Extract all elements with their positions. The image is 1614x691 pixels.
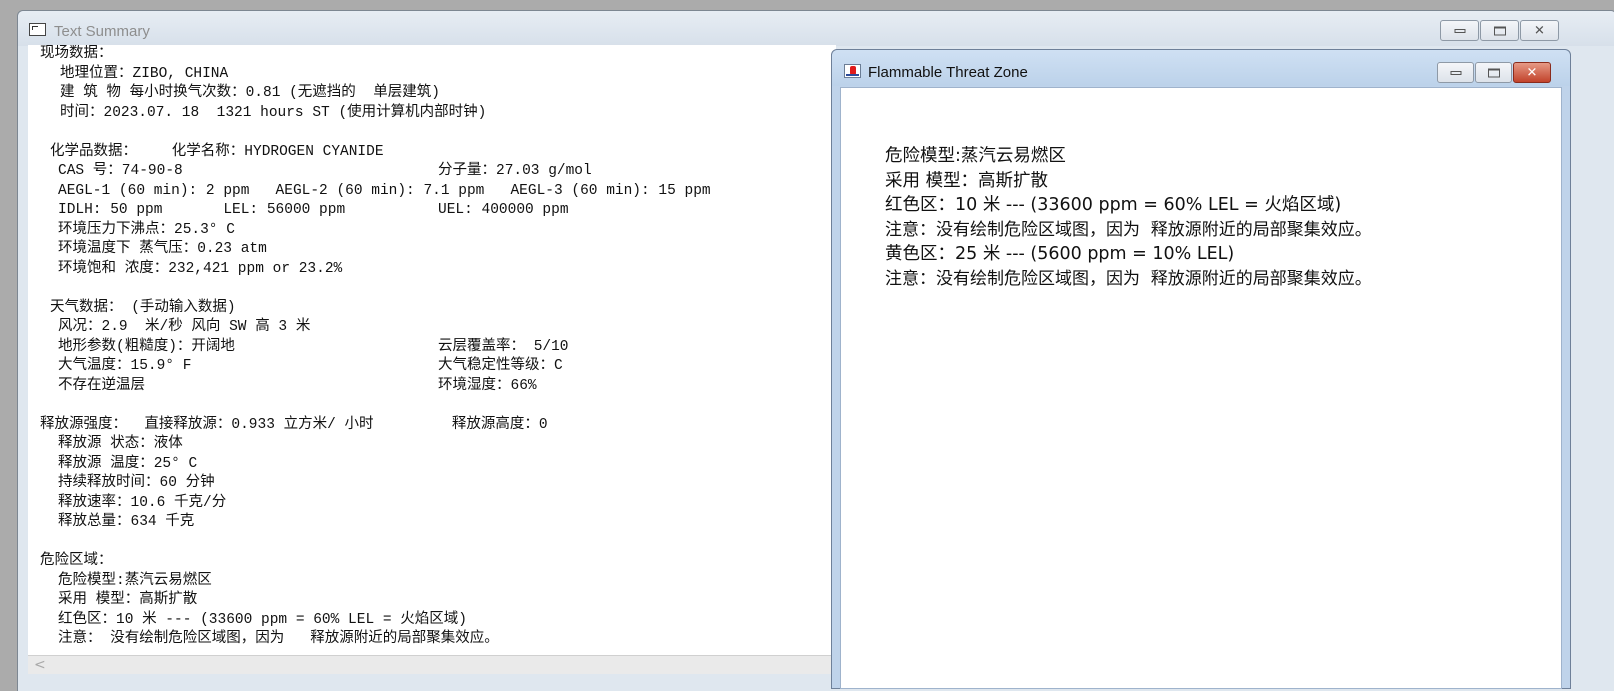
flam-maximize-button[interactable] bbox=[1475, 62, 1512, 83]
flammable-threat-zone-window: Flammable Threat Zone ✕ 危险模型:蒸汽云易燃区 采用 模… bbox=[831, 49, 1571, 689]
summary-line-text: 现场数据： bbox=[40, 46, 113, 62]
title-bar[interactable]: Text Summary ✕ bbox=[18, 11, 1614, 46]
horizontal-scrollbar[interactable]: < bbox=[28, 655, 836, 674]
red-zone-note: 注意：没有绘制危险区域图，因为 释放源附近的局部聚集效应。 bbox=[885, 219, 1372, 240]
flam-close-button[interactable]: ✕ bbox=[1513, 62, 1551, 83]
summary-line-text: 红色区：10 米 --- (33600 ppm = 60% LEL = 火焰区域… bbox=[58, 611, 467, 628]
summary-line: 持续释放时间：60 分钟 bbox=[40, 474, 836, 494]
summary-line: 环境饱和 浓度：232,421 ppm or 23.2% bbox=[40, 260, 836, 280]
summary-line-text: 风况：2.9 米/秒 风向 SW 高 3 米 bbox=[58, 319, 311, 335]
summary-line-text: 危险区域： bbox=[40, 553, 113, 569]
close-button[interactable]: ✕ bbox=[1520, 20, 1559, 41]
flam-window-title: Flammable Threat Zone bbox=[868, 64, 1028, 81]
summary-line-text: 注意： 没有绘制危险区域图，因为 释放源附近的局部聚集效应。 bbox=[58, 631, 499, 647]
summary-line-text: 环境温度下 蒸气压：0.23 atm bbox=[58, 241, 267, 257]
summary-line: 释放源 状态：液体 bbox=[40, 435, 836, 455]
summary-line bbox=[40, 396, 836, 416]
close-icon: ✕ bbox=[1534, 23, 1545, 38]
summary-line: 采用 模型：高斯扩散 bbox=[40, 591, 836, 611]
summary-line-text: 持续释放时间：60 分钟 bbox=[58, 475, 215, 491]
hazard-model-line: 危险模型:蒸汽云易燃区 bbox=[885, 146, 1066, 166]
summary-line-col2: 分子量：27.03 g/mol bbox=[438, 163, 592, 179]
summary-line-text: 采用 模型：高斯扩散 bbox=[58, 592, 198, 608]
summary-line: 天气数据： (手动输入数据) bbox=[40, 299, 836, 319]
summary-line-text: IDLH: 50 ppm LEL: 56000 ppm bbox=[58, 202, 346, 218]
maximize-button[interactable] bbox=[1480, 20, 1519, 41]
yellow-zone-line: 黄色区：25 米 --- (5600 ppm = 10% LEL) bbox=[885, 244, 1235, 264]
yellow-zone-note: 注意：没有绘制危险区域图，因为 释放源附近的局部聚集效应。 bbox=[885, 268, 1372, 289]
summary-line: AEGL-1 (60 min): 2 ppm AEGL-2 (60 min): … bbox=[40, 182, 836, 202]
close-icon: ✕ bbox=[1526, 65, 1538, 80]
summary-line: 危险模型:蒸汽云易燃区 bbox=[40, 572, 836, 592]
summary-line-text: 时间：2023.07. 18 1321 hours ST (使用计算机内部时钟) bbox=[60, 104, 487, 121]
red-zone-line: 红色区：10 米 --- (33600 ppm = 60% LEL = 火焰区域… bbox=[885, 195, 1342, 215]
summary-line bbox=[40, 533, 836, 553]
summary-line: 释放速率：10.6 千克/分 bbox=[40, 494, 836, 514]
summary-line: 释放总量：634 千克 bbox=[40, 513, 836, 533]
summary-line-text: 释放总量：634 千克 bbox=[58, 514, 195, 530]
model-line: 采用 模型：高斯扩散 bbox=[885, 170, 1049, 191]
maximize-icon bbox=[1487, 68, 1500, 77]
summary-line-col2: UEL: 400000 ppm bbox=[438, 202, 569, 218]
summary-line: 环境压力下沸点：25.3° C bbox=[40, 221, 836, 241]
summary-line-text: 建 筑 物 每小时换气次数：0.81 (无遮挡的 单层建筑) bbox=[60, 85, 440, 101]
maximize-icon bbox=[1493, 26, 1506, 35]
threat-zone-text: 危险模型:蒸汽云易燃区 采用 模型：高斯扩散 红色区：10 米 --- (336… bbox=[885, 144, 1372, 291]
summary-line-text: AEGL-1 (60 min): 2 ppm AEGL-2 (60 min): … bbox=[58, 182, 711, 199]
summary-line-text: 危险模型:蒸汽云易燃区 bbox=[58, 572, 212, 589]
threat-zone-panel: 危险模型:蒸汽云易燃区 采用 模型：高斯扩散 红色区：10 米 --- (336… bbox=[840, 87, 1562, 689]
summary-line: 地形参数(粗糙度)：开阔地 云层覆盖率： 5/10 bbox=[40, 338, 836, 358]
summary-line: 危险区域： bbox=[40, 552, 836, 572]
summary-line bbox=[40, 123, 836, 143]
summary-line: 释放源 温度：25° C bbox=[40, 455, 836, 475]
summary-line-text: 环境压力下沸点：25.3° C bbox=[58, 221, 235, 238]
summary-line: 建 筑 物 每小时换气次数：0.81 (无遮挡的 单层建筑) bbox=[40, 84, 836, 104]
summary-line-text: 天气数据： (手动输入数据) bbox=[50, 299, 236, 316]
summary-line: 红色区：10 米 --- (33600 ppm = 60% LEL = 火焰区域… bbox=[40, 611, 836, 631]
scroll-left-icon[interactable]: < bbox=[34, 657, 46, 673]
summary-line: 释放源强度： 直接释放源：0.933 立方米/ 小时 释放源高度：0 bbox=[40, 416, 836, 436]
summary-line: 大气温度：15.9° F 大气稳定性等级：C bbox=[40, 357, 836, 377]
summary-line: 环境温度下 蒸气压：0.23 atm bbox=[40, 240, 836, 260]
window-system-icon[interactable] bbox=[29, 23, 46, 36]
summary-line-text: 释放源强度： 直接释放源：0.933 立方米/ 小时 释放源高度：0 bbox=[40, 416, 548, 433]
summary-line bbox=[40, 279, 836, 299]
summary-line-text: 大气温度：15.9° F bbox=[58, 358, 192, 374]
flam-minimize-button[interactable] bbox=[1437, 62, 1474, 83]
summary-line-text: 释放速率：10.6 千克/分 bbox=[58, 494, 227, 511]
summary-line: 化学品数据： 化学名称：HYDROGEN CYANIDE bbox=[40, 143, 836, 163]
window-title: Text Summary bbox=[54, 23, 150, 40]
summary-line: IDLH: 50 ppm LEL: 56000 ppm UEL: 400000 p… bbox=[40, 201, 836, 221]
minimize-button[interactable] bbox=[1440, 20, 1479, 41]
summary-line-text: 释放源 状态：液体 bbox=[58, 436, 183, 452]
summary-line-col2: 云层覆盖率： 5/10 bbox=[438, 338, 569, 355]
summary-line: 风况：2.9 米/秒 风向 SW 高 3 米 bbox=[40, 318, 836, 338]
summary-line-text: 地形参数(粗糙度)：开阔地 bbox=[58, 338, 235, 355]
summary-text-area[interactable]: 现场数据： 地理位置：ZIBO, CHINA 建 筑 物 每小时换气次数：0.81 … bbox=[28, 45, 836, 655]
summary-line-text: 化学品数据： 化学名称：HYDROGEN CYANIDE bbox=[50, 143, 384, 160]
summary-line-col2: 大气稳定性等级：C bbox=[438, 358, 563, 374]
summary-line: 注意： 没有绘制危险区域图，因为 释放源附近的局部聚集效应。 bbox=[40, 630, 836, 650]
summary-line-text: 环境饱和 浓度：232,421 ppm or 23.2% bbox=[58, 260, 343, 277]
summary-line: 时间：2023.07. 18 1321 hours ST (使用计算机内部时钟) bbox=[40, 104, 836, 124]
summary-line: CAS 号：74-90-8 分子量：27.03 g/mol bbox=[40, 162, 836, 182]
minimize-icon bbox=[1454, 28, 1465, 33]
flam-title-bar[interactable]: Flammable Threat Zone ✕ bbox=[832, 50, 1570, 86]
summary-line-text: 释放源 温度：25° C bbox=[58, 455, 198, 472]
flame-icon[interactable] bbox=[844, 64, 861, 78]
summary-line-text: 不存在逆温层 bbox=[58, 377, 145, 394]
minimize-icon bbox=[1450, 70, 1461, 75]
summary-line: 不存在逆温层 环境湿度：66% bbox=[40, 377, 836, 397]
summary-line: 现场数据： bbox=[40, 45, 836, 65]
summary-line-col2: 环境湿度：66% bbox=[438, 377, 537, 394]
summary-text: 现场数据： 地理位置：ZIBO, CHINA 建 筑 物 每小时换气次数：0.81 … bbox=[28, 45, 836, 650]
summary-line: 地理位置：ZIBO, CHINA bbox=[40, 65, 836, 85]
summary-line-text: 地理位置：ZIBO, CHINA bbox=[60, 65, 229, 82]
summary-line-text: CAS 号：74-90-8 bbox=[58, 163, 183, 179]
